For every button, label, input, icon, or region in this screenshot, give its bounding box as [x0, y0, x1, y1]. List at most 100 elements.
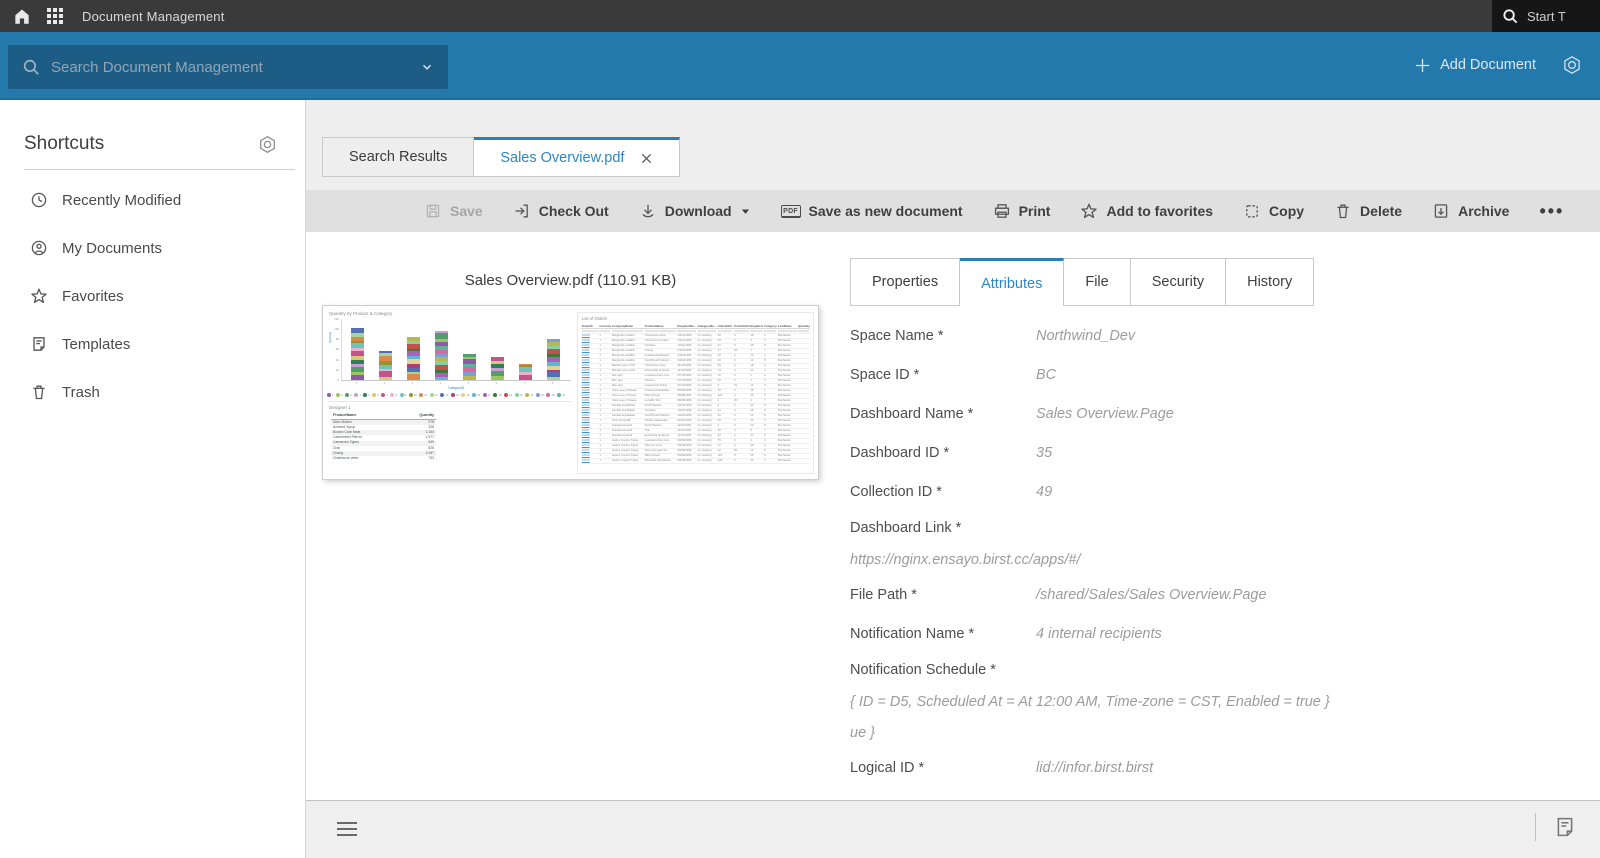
preview-orders-title: List of Orders [582, 316, 810, 321]
legend-item: 22 [536, 393, 544, 397]
divider [24, 169, 295, 170]
plus-icon [1414, 57, 1431, 74]
table-row: Chartreuse verte793 [331, 456, 436, 461]
document-workarea: Sales Overview.pdf (110.91 KB) Quantity … [306, 232, 1600, 800]
toolbar-label: Add to favorites [1106, 203, 1213, 219]
preview-chart-xlabel: CategoryID [341, 386, 571, 390]
field-label: Logical ID * [850, 760, 1036, 776]
close-icon[interactable] [640, 152, 653, 165]
attribute-field-logical-id: Logical ID *lid://infor.birst.birst [850, 748, 1574, 787]
add-document-button[interactable]: Add Document [1414, 57, 1536, 74]
attribute-field-dashboard-link: Dashboard Link * [850, 511, 1574, 544]
sidebar-item-recently-modified[interactable]: Recently Modified [0, 176, 305, 224]
pdf-preview-thumbnail[interactable]: Quantity by Product & Category Quantity … [322, 305, 819, 480]
legend-item: 21 [525, 393, 533, 397]
home-icon[interactable] [12, 6, 32, 26]
field-value: lid://infor.birst.birst [1036, 760, 1153, 776]
search-icon [22, 58, 41, 77]
legend-item: 14 [451, 393, 459, 397]
field-label: Space Name * [850, 328, 1036, 344]
legend-item: 3 [345, 393, 352, 397]
attribute-field-space-id: Space ID *BC [850, 355, 1574, 394]
toolbar-label: Print [1019, 203, 1051, 219]
hamburger-menu-icon[interactable] [335, 818, 359, 840]
detail-tabstrip: Properties AttributesFileSecurityHistory [850, 258, 1574, 306]
detail-tab-attributes[interactable]: Attributes [960, 258, 1064, 306]
stacked-bar [435, 331, 448, 380]
sidebar-item-label: Favorites [62, 288, 124, 305]
shortcuts-sidebar: Shortcuts Recently ModifiedMy DocumentsF… [0, 100, 306, 858]
toolbar-check-out-button[interactable]: Check Out [513, 202, 609, 220]
toolbar-more-button[interactable]: ••• [1539, 206, 1564, 216]
star-icon [30, 287, 48, 305]
attribute-field-dashboard-id: Dashboard ID *35 [850, 433, 1574, 472]
settings-gear-icon[interactable] [1562, 55, 1582, 75]
stacked-bar [519, 364, 532, 381]
toolbar-label: Save [450, 203, 483, 219]
stacked-bar [351, 328, 364, 380]
tab-label: Search Results [349, 149, 447, 165]
table-row: 102731Godos Cocina TípicaRhönbräu Kloste… [581, 458, 810, 463]
checkout-icon [513, 202, 531, 220]
shortcuts-settings-gear-icon[interactable] [258, 135, 277, 154]
legend-item: 2 [336, 393, 343, 397]
floppy-icon [424, 202, 442, 220]
sidebar-item-label: Templates [62, 336, 130, 353]
tab-sales-overview-pdf[interactable]: Sales Overview.pdf [474, 137, 680, 177]
legend-item: 20 [515, 393, 523, 397]
search-input[interactable]: Search Document Management [8, 45, 448, 89]
attribute-field-notification-name: Notification Name *4 internal recipients [850, 614, 1574, 653]
pdf-icon: PDF [781, 205, 801, 218]
global-search-button[interactable]: Start T [1492, 0, 1600, 32]
detail-tab-label: Properties [872, 274, 938, 290]
toolbar-label: Delete [1360, 203, 1402, 219]
attribute-field-space-name: Space Name *Northwind_Dev [850, 316, 1574, 355]
toolbar-save-as-new-document-button[interactable]: PDFSave as new document [781, 203, 963, 219]
stacked-bar [379, 351, 392, 380]
toolbar-copy-button[interactable]: Copy [1243, 202, 1304, 220]
field-value: { ID = D5, Scheduled At = At 12:00 AM, T… [850, 686, 1574, 717]
field-value: 35 [1036, 445, 1052, 461]
field-value: https://nginx.ensayo.birst.cc/apps/#/ [850, 544, 1574, 575]
preview-chart-title: Quantity by Product & Category [329, 311, 571, 316]
toolbar-label: Check Out [539, 203, 609, 219]
sidebar-item-my-documents[interactable]: My Documents [0, 224, 305, 272]
attribute-field-notification-schedule: Notification Schedule * [850, 653, 1574, 686]
legend-item: 1 [327, 393, 334, 397]
detail-tab-history[interactable]: History [1226, 258, 1314, 306]
field-value: Northwind_Dev [1036, 328, 1135, 344]
star-icon [1080, 202, 1098, 220]
legend-item: 11 [419, 393, 427, 397]
attribute-field-dashboard-name: Dashboard Name *Sales Overview.Page [850, 394, 1574, 433]
toolbar-add-to-favorites-button[interactable]: Add to favorites [1080, 202, 1213, 220]
attributes-fields: Space Name *Northwind_DevSpace ID *BCDas… [850, 316, 1574, 787]
tab-label: Sales Overview.pdf [500, 150, 624, 166]
detail-tab-file[interactable]: File [1064, 258, 1130, 306]
detail-tab-properties[interactable]: Properties [850, 258, 960, 306]
chevron-down-icon[interactable] [420, 60, 434, 74]
sidebar-item-label: Recently Modified [62, 192, 181, 209]
preview-orders-table: OrderIDCustomer...CompanyNameProductName… [581, 324, 810, 464]
attribute-field-collection-id: Collection ID *49 [850, 472, 1574, 511]
toolbar-print-button[interactable]: Print [993, 202, 1051, 220]
legend-item: 8 [390, 393, 397, 397]
toolbar-download-button[interactable]: Download [639, 202, 751, 220]
ellipsis-icon: ••• [1539, 206, 1564, 216]
app-grid-icon[interactable] [46, 7, 64, 25]
preview-stacked-bars [341, 319, 571, 381]
sidebar-item-templates[interactable]: Templates [0, 320, 305, 368]
detail-tab-security[interactable]: Security [1131, 258, 1226, 306]
legend-item: 18 [493, 393, 501, 397]
toolbar-delete-button[interactable]: Delete [1334, 202, 1402, 220]
sidebar-item-trash[interactable]: Trash [0, 368, 305, 416]
preview-product-table: ProductNameQuantityAlice Mutton978Anisee… [331, 413, 436, 461]
preview-designer-label: Designer 1 [327, 401, 571, 410]
legend-item: 19 [504, 393, 512, 397]
sidebar-item-label: Trash [62, 384, 100, 401]
sidebar-item-favorites[interactable]: Favorites [0, 272, 305, 320]
notes-panel-icon[interactable] [1554, 815, 1576, 839]
tab-search-results[interactable]: Search Results [322, 137, 474, 177]
toolbar-archive-button[interactable]: Archive [1432, 202, 1509, 220]
person-icon [30, 239, 48, 257]
trash-icon [1334, 202, 1352, 220]
